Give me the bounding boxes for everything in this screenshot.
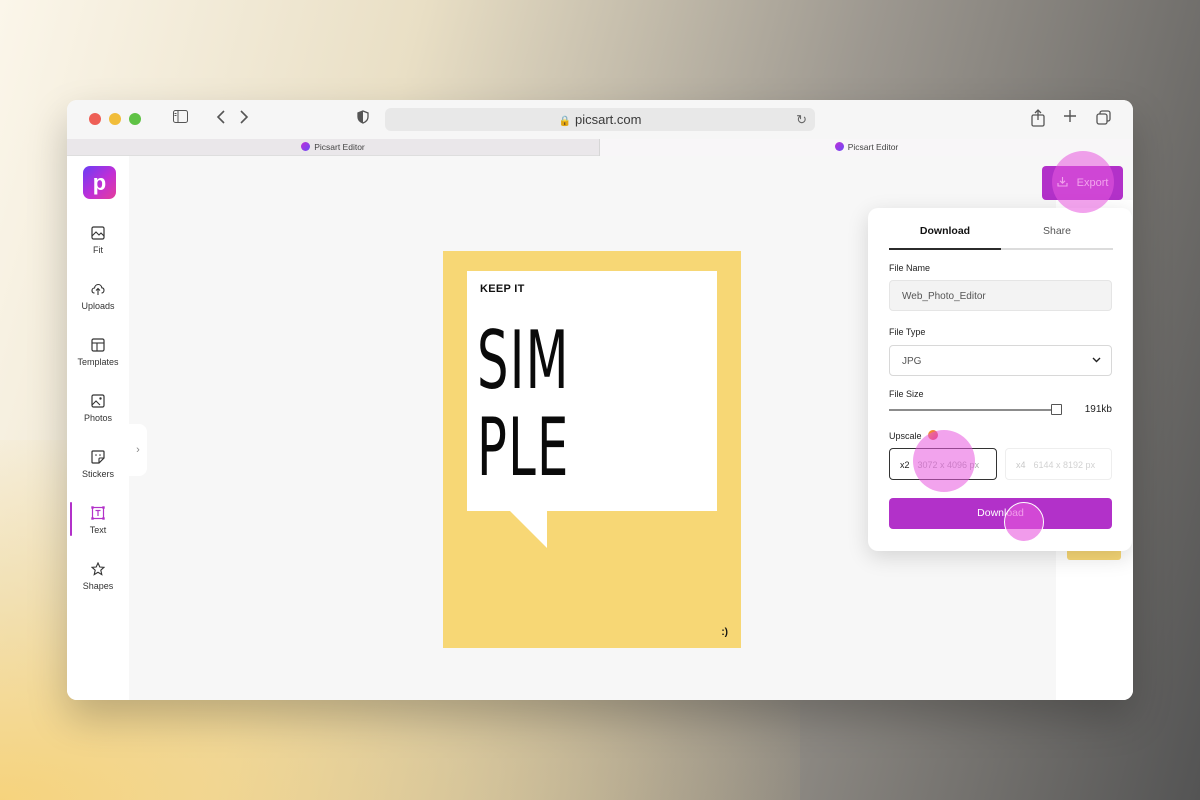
canvas-poster[interactable]: KEEP IT SIM PLE :): [443, 251, 741, 648]
poster-top-text[interactable]: KEEP IT: [480, 283, 525, 295]
sidebar-toggle-icon[interactable]: [173, 110, 188, 128]
stickers-icon: [91, 450, 105, 464]
upscale-label: Upscale: [889, 431, 922, 441]
back-arrow-icon[interactable]: [216, 110, 226, 129]
minimize-window-button[interactable]: [109, 113, 121, 125]
upscale-option-x2[interactable]: x2 3072 x 4096 px: [889, 448, 997, 480]
editor-sidebar: p Fit Uploads Templates Photos Stickers: [67, 156, 129, 700]
file-size-label: File Size: [889, 389, 924, 399]
sidebar-item-shapes[interactable]: Shapes: [67, 562, 129, 606]
poster-corner-text[interactable]: :): [721, 627, 728, 638]
url-bar[interactable]: 🔒 picsart.com ↻: [385, 108, 815, 131]
tab-picsart-editor-2[interactable]: Picsart Editor: [600, 139, 1133, 156]
speech-bubble[interactable]: KEEP IT SIM PLE: [467, 271, 717, 511]
fit-icon: [91, 226, 105, 240]
premium-badge-icon: [928, 430, 938, 440]
tab-download[interactable]: Download: [889, 208, 1001, 250]
sidebar-item-templates[interactable]: Templates: [67, 338, 129, 382]
picsart-favicon-icon: [834, 142, 844, 151]
upscale-factor: x4: [1016, 460, 1026, 470]
url-text: picsart.com: [574, 112, 642, 127]
upscale-dimensions: 3072 x 4096 px: [917, 460, 980, 470]
text-icon: [91, 506, 105, 520]
sidebar-item-label: Uploads: [81, 301, 115, 311]
panel-expand-chevron-icon[interactable]: ›: [129, 424, 147, 476]
reload-icon[interactable]: ↻: [796, 108, 807, 131]
file-type-label: File Type: [889, 327, 926, 337]
export-panel: Download Share File Name Web_Photo_Edito…: [868, 208, 1132, 551]
file-type-value: JPG: [902, 356, 922, 367]
sidebar-item-uploads[interactable]: Uploads: [67, 282, 129, 326]
poster-headline-line1[interactable]: SIM: [477, 321, 570, 401]
tab-label: Picsart Editor: [847, 142, 899, 152]
tab-share[interactable]: Share: [1001, 208, 1113, 250]
export-button[interactable]: Export: [1042, 166, 1123, 200]
export-button-label: Export: [1076, 177, 1109, 189]
browser-titlebar: 🔒 picsart.com ↻: [67, 100, 1133, 139]
speech-bubble-tail: [509, 510, 547, 548]
file-size-slider-track[interactable]: [889, 409, 1061, 411]
upload-cloud-icon: [91, 283, 105, 295]
maximize-window-button[interactable]: [129, 113, 141, 125]
download-button[interactable]: Download: [889, 498, 1112, 529]
sidebar-item-label: Text: [89, 525, 107, 535]
sidebar-item-label: Stickers: [81, 469, 114, 479]
tab-label: Picsart Editor: [314, 142, 365, 152]
sidebar-item-label: Templates: [77, 357, 119, 367]
file-name-input[interactable]: Web_Photo_Editor: [889, 280, 1112, 311]
upscale-factor: x2: [900, 460, 910, 470]
privacy-shield-icon[interactable]: [357, 110, 369, 129]
picsart-logo[interactable]: p: [83, 166, 116, 199]
lock-icon: 🔒: [558, 116, 571, 127]
share-icon[interactable]: [1031, 109, 1045, 132]
photos-icon: [91, 394, 105, 408]
picsart-favicon-icon: [301, 142, 311, 151]
sidebar-item-label: Shapes: [82, 581, 114, 591]
file-name-label: File Name: [889, 263, 931, 273]
tab-picsart-editor-1[interactable]: Picsart Editor: [67, 139, 600, 156]
file-size-slider-handle[interactable]: [1050, 404, 1062, 415]
chevron-down-icon: [1092, 346, 1101, 377]
browser-window: 🔒 picsart.com ↻ Picsart Editor Picsart Ed…: [67, 100, 1133, 700]
close-window-button[interactable]: [89, 113, 101, 125]
sidebar-item-photos[interactable]: Photos: [67, 394, 129, 438]
forward-arrow-icon[interactable]: [239, 110, 249, 129]
sidebar-item-fit[interactable]: Fit: [67, 226, 129, 270]
download-icon: [1057, 177, 1071, 189]
upscale-dimensions: 6144 x 8192 px: [1033, 460, 1096, 470]
upscale-option-x4[interactable]: x4 6144 x 8192 px: [1005, 448, 1112, 480]
new-tab-icon[interactable]: [1063, 109, 1077, 128]
poster-headline-line2[interactable]: PLE: [477, 408, 570, 488]
tab-strip: Picsart Editor Picsart Editor: [67, 139, 1133, 156]
templates-icon: [91, 338, 105, 352]
file-type-select[interactable]: JPG: [889, 345, 1112, 376]
file-size-value: 191kb: [1084, 404, 1112, 415]
sidebar-item-text[interactable]: Text: [67, 506, 129, 550]
sidebar-item-label: Photos: [83, 413, 113, 423]
sidebar-item-stickers[interactable]: Stickers: [67, 450, 129, 494]
tab-overview-icon[interactable]: [1096, 110, 1111, 130]
editor-app: p Fit Uploads Templates Photos Stickers: [67, 151, 1133, 700]
star-icon: [91, 562, 105, 576]
sidebar-item-label: Fit: [93, 245, 103, 255]
